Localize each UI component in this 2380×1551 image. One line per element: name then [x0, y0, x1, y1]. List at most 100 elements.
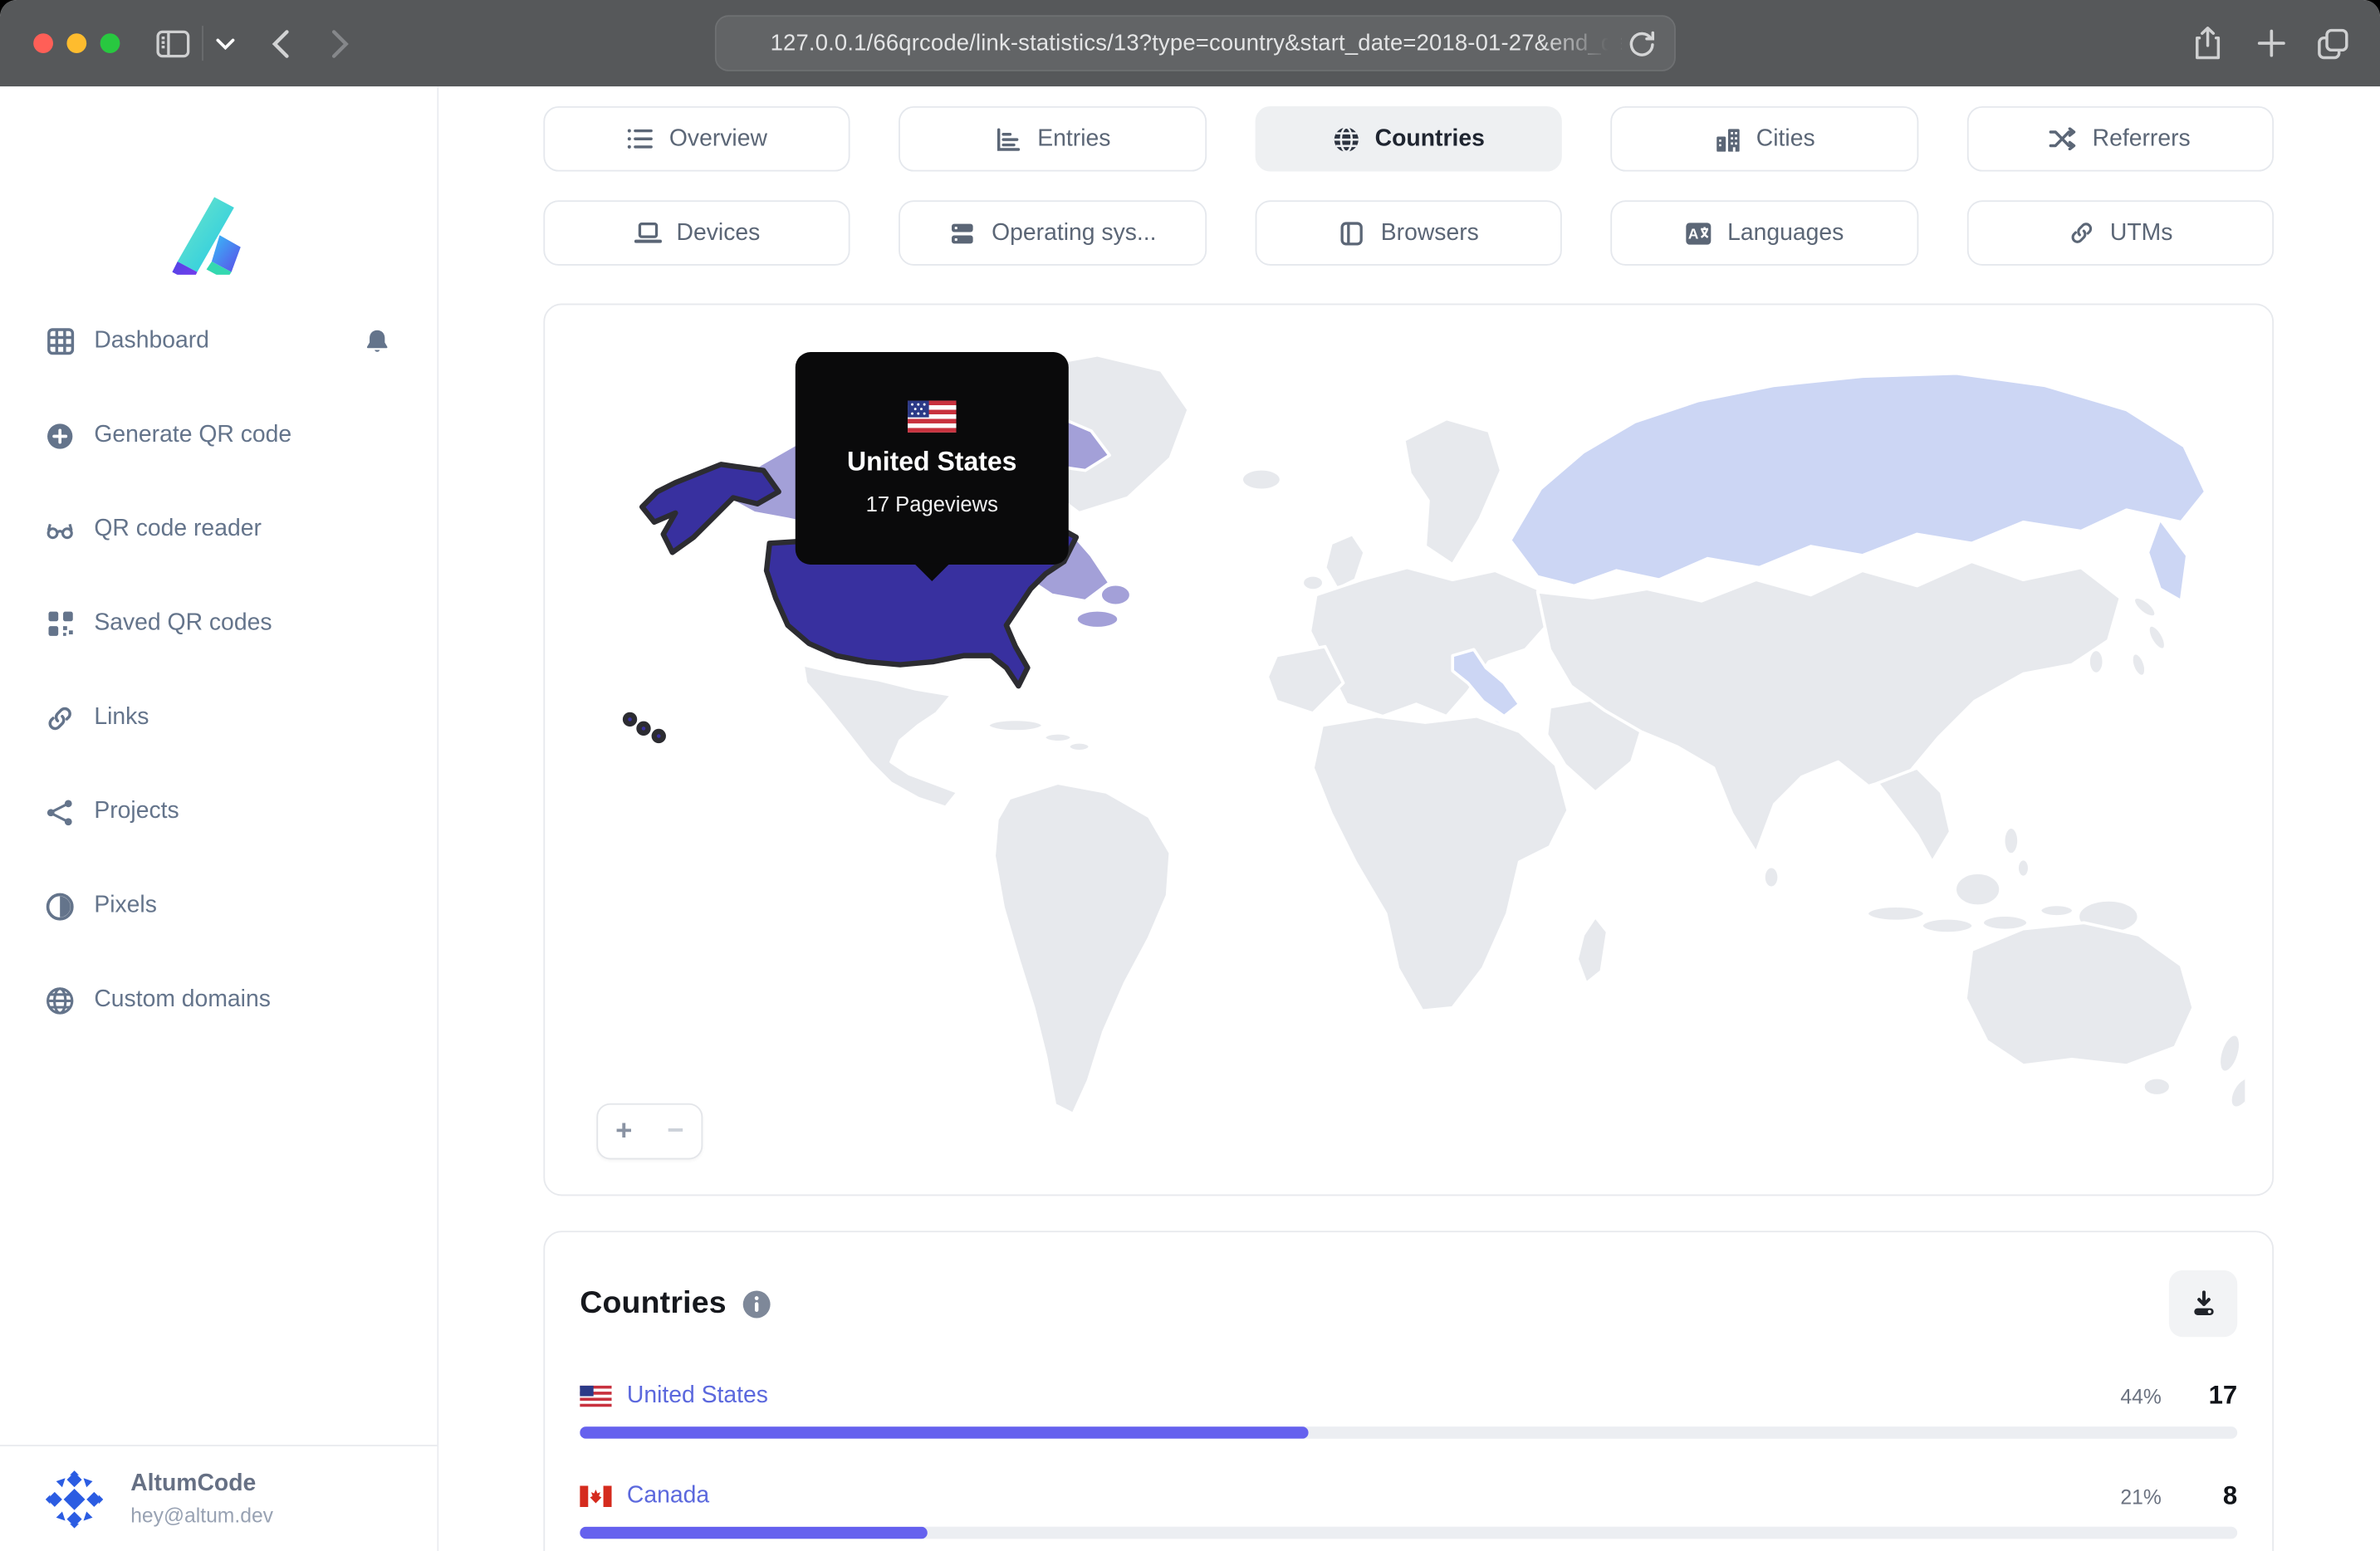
sidebar-item-label: Projects — [94, 798, 179, 824]
tooltip-pageviews: 17 Pageviews — [865, 492, 998, 516]
user-email: hey@altum.dev — [130, 1504, 274, 1527]
stat-type-tabs: Overview Entries Countries Cities Referr… — [543, 105, 2275, 266]
window-controls — [33, 33, 120, 53]
shuffle-icon — [2049, 125, 2077, 153]
sidebar-item-saved-qr[interactable]: Saved QR codes — [46, 605, 392, 642]
user-name: AltumCode — [130, 1471, 257, 1498]
sidebar-item-label: QR code reader — [94, 516, 262, 542]
close-window-button[interactable] — [33, 33, 53, 53]
sidebar-toggle-icon[interactable] — [154, 0, 193, 86]
zoom-out-button[interactable]: − — [649, 1105, 701, 1158]
tab-overview[interactable]: Overview — [543, 105, 851, 172]
laptop-icon — [634, 219, 662, 247]
main-content: Overview Entries Countries Cities Referr… — [438, 86, 2380, 1551]
tab-label: Referrers — [2092, 125, 2191, 151]
svg-text:A: A — [1688, 225, 1699, 242]
globe-icon — [1332, 125, 1359, 153]
link-icon — [2068, 219, 2095, 247]
link-icon — [46, 703, 75, 732]
half-circle-icon — [46, 892, 75, 921]
zoom-window-button[interactable] — [100, 33, 120, 53]
sidebar-item-custom-domains[interactable]: Custom domains — [46, 982, 392, 1019]
user-panel[interactable]: AltumCode hey@altum.dev — [0, 1445, 438, 1551]
url-text: 127.0.0.1/66qrcode/link-statistics/13?ty… — [770, 30, 1621, 56]
sidebar-item-label: Saved QR codes — [94, 609, 272, 636]
tab-cities[interactable]: Cities — [1610, 105, 1918, 172]
tab-label: Operating sys... — [992, 219, 1157, 246]
us-flag-icon — [908, 400, 957, 433]
sidebar-item-label: Pixels — [94, 892, 157, 918]
tab-utms[interactable]: UTMs — [1966, 200, 2275, 266]
tooltip-country: United States — [847, 446, 1017, 477]
map-country-russia — [1508, 371, 2207, 588]
sidebar: Dashboard Generate QR code QR code reade… — [0, 86, 439, 1551]
country-row: United States 44% 17 — [580, 1379, 2238, 1439]
server-icon — [949, 219, 977, 247]
qr-code-icon — [46, 609, 75, 639]
new-tab-icon[interactable] — [2251, 0, 2291, 86]
sidebar-item-label: Custom domains — [94, 986, 271, 1013]
download-icon — [2193, 1290, 2213, 1315]
minimize-window-button[interactable] — [66, 33, 87, 53]
download-button[interactable] — [2168, 1270, 2238, 1338]
country-percent: 21% — [2120, 1485, 2162, 1508]
zoom-in-button[interactable]: + — [598, 1105, 649, 1158]
forward-button[interactable] — [323, 0, 356, 86]
tab-label: Overview — [668, 125, 767, 151]
avatar — [45, 1470, 104, 1528]
plus-circle-icon — [46, 421, 75, 450]
country-bar-fill — [580, 1426, 1310, 1439]
tab-label: Devices — [676, 219, 761, 246]
sidebar-item-qr-reader[interactable]: QR code reader — [46, 511, 392, 548]
tab-referrers[interactable]: Referrers — [1966, 105, 2275, 172]
grid-icon — [46, 327, 75, 356]
globe-icon — [46, 986, 75, 1015]
country-bar-track — [580, 1426, 2238, 1439]
country-bar-track — [580, 1526, 2238, 1539]
country-bar-fill — [580, 1526, 928, 1539]
url-fade — [1538, 30, 1621, 56]
country-value: 17 — [2208, 1381, 2238, 1411]
countries-panel: Countries United States 44% 17 Canada 21… — [543, 1231, 2275, 1551]
url-bar[interactable]: 127.0.0.1/66qrcode/link-statistics/13?ty… — [714, 15, 1676, 71]
sidebar-item-generate-qr[interactable]: Generate QR code — [46, 418, 392, 454]
reload-icon[interactable] — [1626, 29, 1658, 61]
list-icon — [627, 125, 654, 153]
tab-label: Browsers — [1380, 219, 1479, 246]
tab-label: Cities — [1756, 125, 1815, 151]
tab-label: UTMs — [2109, 219, 2173, 246]
tab-languages[interactable]: A Languages — [1610, 200, 1918, 266]
country-percent: 44% — [2120, 1384, 2162, 1408]
sidebar-item-label: Dashboard — [94, 327, 209, 354]
map-zoom-controls: + − — [596, 1103, 703, 1160]
tab-devices[interactable]: Devices — [543, 200, 851, 266]
chevron-down-icon[interactable] — [213, 0, 237, 86]
country-link[interactable]: United States — [627, 1382, 768, 1410]
sidebar-item-pixels[interactable]: Pixels — [46, 888, 392, 924]
app-logo — [172, 197, 241, 275]
tab-browsers[interactable]: Browsers — [1255, 200, 1563, 266]
bell-icon[interactable] — [363, 327, 392, 356]
info-icon[interactable] — [742, 1289, 771, 1319]
country-value: 8 — [2222, 1480, 2238, 1510]
translate-icon: A — [1685, 219, 1712, 247]
bar-chart-icon — [995, 125, 1022, 153]
buildings-icon — [1714, 125, 1741, 153]
sidebar-item-links[interactable]: Links — [46, 700, 392, 736]
tab-operating-systems[interactable]: Operating sys... — [899, 200, 1207, 266]
country-link[interactable]: Canada — [627, 1483, 709, 1510]
country-row: Canada 21% 8 — [580, 1480, 2238, 1539]
share-icon[interactable] — [2187, 0, 2227, 86]
tab-entries[interactable]: Entries — [899, 105, 1207, 172]
sidebar-item-projects[interactable]: Projects — [46, 794, 392, 830]
us-flag-icon — [580, 1385, 612, 1407]
tab-label: Countries — [1374, 125, 1485, 151]
glasses-icon — [46, 516, 75, 545]
browser-toolbar: 127.0.0.1/66qrcode/link-statistics/13?ty… — [0, 0, 2380, 87]
tab-overview-icon[interactable] — [2312, 0, 2354, 86]
sidebar-item-label: Generate QR code — [94, 422, 292, 448]
sidebar-item-dashboard[interactable]: Dashboard — [46, 323, 392, 360]
back-button[interactable] — [264, 0, 297, 86]
tab-countries[interactable]: Countries — [1255, 105, 1563, 172]
tab-label: Languages — [1727, 219, 1844, 246]
